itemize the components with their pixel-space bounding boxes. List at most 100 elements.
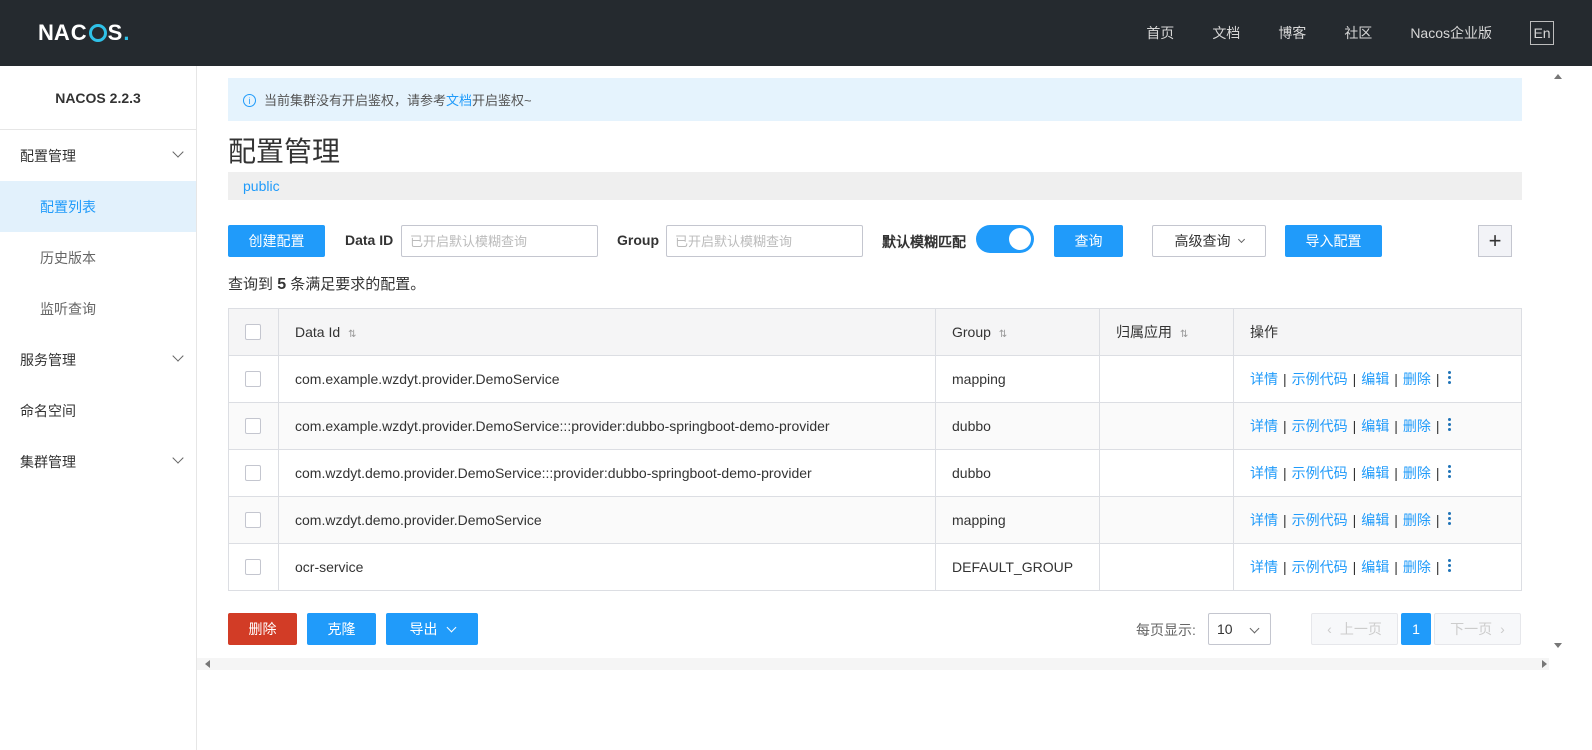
sample-code-link[interactable]: 示例代码 (1292, 465, 1348, 481)
group-input[interactable] (666, 225, 863, 257)
row-checkbox[interactable] (245, 558, 261, 575)
sidebar-item-namespace[interactable]: 命名空间 (0, 385, 196, 436)
ops-cell: 详情 | 示例代码 | 编辑 | 删除 | (1233, 543, 1522, 591)
separator: | (1435, 559, 1440, 575)
scroll-left-icon[interactable] (205, 660, 210, 668)
sample-code-link[interactable]: 示例代码 (1292, 512, 1348, 528)
header-app[interactable]: 归属应用 ⇅ (1099, 308, 1234, 356)
table-header-row: Data Id ⇅ Group ⇅ 归属应用 ⇅ 操作 (228, 308, 1522, 356)
prev-page-button[interactable]: ‹ 上一页 (1311, 613, 1398, 645)
more-vertical-icon[interactable] (1445, 557, 1455, 574)
delete-link[interactable]: 删除 (1403, 418, 1431, 434)
page-size-value: 10 (1217, 621, 1233, 637)
sidebar-item-service-management[interactable]: 服务管理 (0, 334, 196, 385)
nacos-logo[interactable]: NAC S. (38, 20, 130, 46)
nav-docs[interactable]: 文档 (1212, 23, 1240, 43)
delete-link[interactable]: 删除 (1403, 512, 1431, 528)
more-vertical-icon[interactable] (1445, 416, 1455, 433)
edit-link[interactable]: 编辑 (1361, 371, 1389, 387)
app-cell (1099, 355, 1234, 403)
scroll-right-icon[interactable] (1542, 660, 1547, 668)
clone-button[interactable]: 克隆 (307, 613, 376, 645)
import-config-button[interactable]: 导入配置 (1285, 225, 1382, 257)
data-id-cell: com.wzdyt.demo.provider.DemoService:::pr… (278, 449, 936, 497)
separator: | (1283, 371, 1287, 387)
group-cell: dubbo (935, 402, 1100, 450)
sidebar-item-cluster-management[interactable]: 集群管理 (0, 436, 196, 487)
row-select-cell (228, 543, 279, 591)
group-cell: mapping (935, 496, 1100, 544)
chevron-right-icon: › (1500, 621, 1505, 637)
more-vertical-icon[interactable] (1445, 463, 1455, 480)
plus-icon[interactable]: + (1478, 225, 1512, 257)
more-vertical-icon[interactable] (1445, 369, 1455, 386)
row-checkbox[interactable] (245, 417, 261, 434)
detail-link[interactable]: 详情 (1250, 418, 1278, 434)
header-data-id[interactable]: Data Id ⇅ (278, 308, 936, 356)
row-checkbox[interactable] (245, 464, 261, 481)
sidebar-item-history[interactable]: 历史版本 (0, 232, 196, 283)
sidebar-item-config-management[interactable]: 配置管理 (0, 130, 196, 181)
notice-docs-link[interactable]: 文档 (446, 90, 472, 109)
delete-link[interactable]: 删除 (1403, 559, 1431, 575)
table-row: com.wzdyt.demo.provider.DemoService:::pr… (228, 449, 1522, 497)
table-row: ocr-service DEFAULT_GROUP 详情 | 示例代码 | 编辑 | 删除 | (228, 543, 1522, 591)
edit-link[interactable]: 编辑 (1361, 559, 1389, 575)
current-page-button[interactable]: 1 (1401, 613, 1431, 645)
language-switch-button[interactable]: En (1530, 21, 1554, 45)
delete-button[interactable]: 删除 (228, 613, 297, 645)
nav-blog[interactable]: 博客 (1278, 23, 1306, 43)
page-size-select[interactable]: 10 (1208, 613, 1271, 645)
sidebar-item-config-list[interactable]: 配置列表 (0, 181, 196, 232)
prev-page-label: 上一页 (1339, 621, 1382, 637)
horizontal-scrollbar[interactable] (197, 658, 1549, 670)
chevron-down-icon (1237, 235, 1245, 243)
nav-enterprise[interactable]: Nacos企业版 (1410, 23, 1492, 43)
create-config-button[interactable]: 创建配置 (228, 225, 325, 257)
edit-link[interactable]: 编辑 (1361, 418, 1389, 434)
detail-link[interactable]: 详情 (1250, 465, 1278, 481)
delete-link[interactable]: 删除 (1403, 371, 1431, 387)
scroll-down-icon[interactable] (1554, 643, 1562, 648)
ops-cell: 详情 | 示例代码 | 编辑 | 删除 | (1233, 449, 1522, 497)
sort-icon[interactable]: ⇅ (999, 329, 1007, 340)
data-id-input[interactable] (401, 225, 598, 257)
sample-code-link[interactable]: 示例代码 (1292, 371, 1348, 387)
sidebar-item-label: 历史版本 (40, 249, 96, 266)
fuzzy-match-toggle[interactable] (976, 225, 1034, 253)
sidebar-item-label: 命名空间 (20, 402, 76, 419)
advanced-query-button[interactable]: 高级查询 (1152, 225, 1266, 257)
detail-link[interactable]: 详情 (1250, 559, 1278, 575)
nav-community[interactable]: 社区 (1344, 23, 1372, 43)
nav-home[interactable]: 首页 (1146, 23, 1174, 43)
edit-link[interactable]: 编辑 (1361, 465, 1389, 481)
delete-link[interactable]: 删除 (1403, 465, 1431, 481)
sort-icon[interactable]: ⇅ (1180, 329, 1188, 340)
sample-code-link[interactable]: 示例代码 (1292, 418, 1348, 434)
namespace-public[interactable]: public (243, 178, 280, 194)
top-nav: 首页 文档 博客 社区 Nacos企业版 En (1146, 0, 1592, 66)
sort-icon[interactable]: ⇅ (348, 329, 356, 340)
export-button[interactable]: 导出 (386, 613, 478, 645)
select-all-checkbox[interactable] (245, 323, 261, 340)
sidebar-item-listener-query[interactable]: 监听查询 (0, 283, 196, 334)
notice-prefix: 当前集群没有开启鉴权，请参考 (264, 93, 447, 108)
row-checkbox[interactable] (245, 511, 261, 528)
table-row: com.wzdyt.demo.provider.DemoService mappi… (228, 496, 1522, 544)
query-button[interactable]: 查询 (1054, 225, 1123, 257)
detail-link[interactable]: 详情 (1250, 512, 1278, 528)
sample-code-link[interactable]: 示例代码 (1292, 559, 1348, 575)
more-vertical-icon[interactable] (1445, 510, 1455, 527)
detail-link[interactable]: 详情 (1250, 371, 1278, 387)
row-checkbox[interactable] (245, 370, 261, 387)
separator: | (1394, 465, 1398, 481)
sidebar-item-label: 配置列表 (40, 198, 96, 215)
ops-cell: 详情 | 示例代码 | 编辑 | 删除 | (1233, 496, 1522, 544)
page-title: 配置管理 (228, 136, 341, 167)
vertical-scrollbar[interactable] (1549, 66, 1568, 656)
next-page-button[interactable]: 下一页 › (1434, 613, 1521, 645)
separator: | (1352, 465, 1357, 481)
edit-link[interactable]: 编辑 (1361, 512, 1389, 528)
scroll-up-icon[interactable] (1554, 74, 1562, 79)
header-group[interactable]: Group ⇅ (935, 308, 1100, 356)
